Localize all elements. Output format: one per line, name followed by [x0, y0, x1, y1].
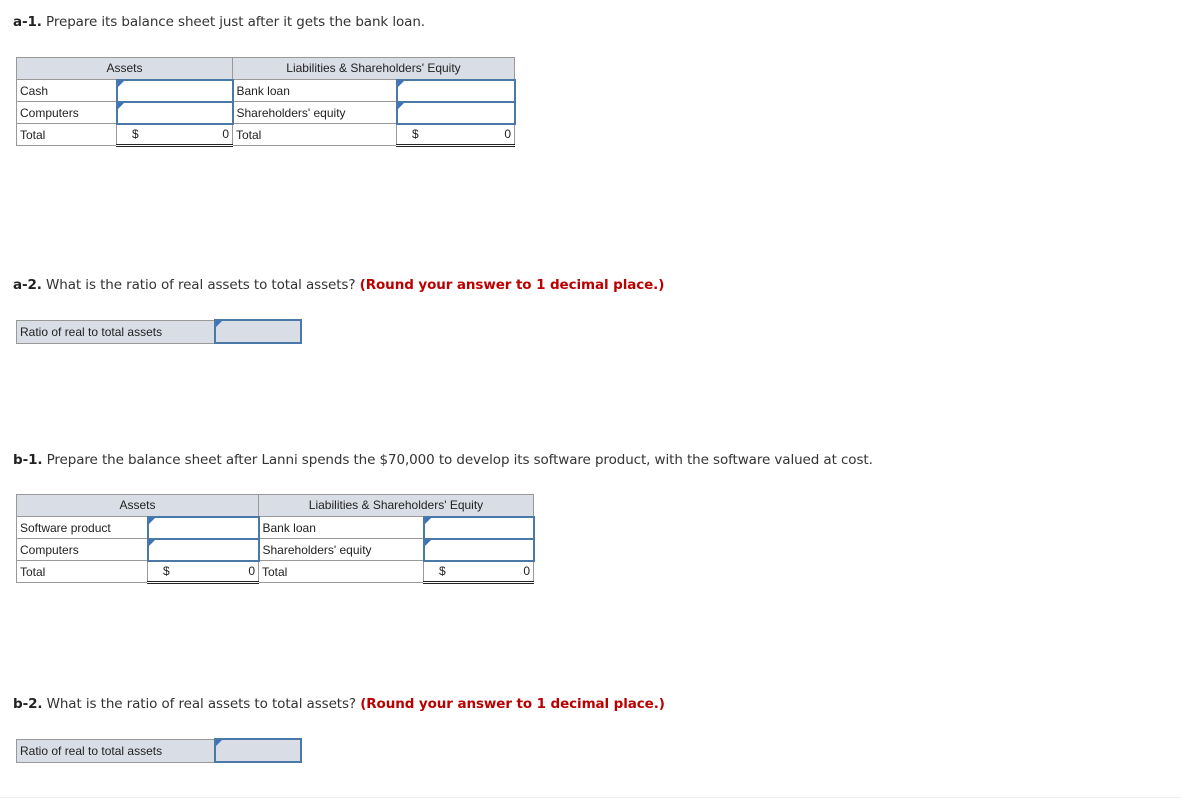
divider [0, 797, 1181, 798]
balance-sheet-a1: Assets Liabilities & Shareholders' Equit… [16, 57, 516, 147]
assets-header: Assets [16, 494, 259, 517]
table-row: Computers Shareholders' equity [16, 537, 535, 562]
computers-input[interactable] [115, 100, 234, 125]
question-b2-text: What is the ratio of real assets to tota… [46, 696, 356, 712]
liability-label: Bank loan [232, 79, 397, 102]
liability-label: Shareholders' equity [258, 538, 424, 561]
question-a1-label: a-1. [13, 14, 42, 30]
computers-input[interactable] [146, 537, 260, 562]
total-row: Total $0 Total $0 [16, 560, 534, 584]
question-a2-text: What is the ratio of real assets to tota… [46, 277, 356, 293]
question-b1-text: Prepare the balance sheet after Lanni sp… [46, 452, 873, 468]
ratio-label: Ratio of real to total assets [16, 319, 215, 344]
liability-label: Bank loan [258, 516, 424, 539]
ratio-table-b2: Ratio of real to total assets [16, 738, 302, 763]
question-a2-label: a-2. [13, 277, 42, 293]
assets-header: Assets [16, 57, 233, 80]
question-a1-text: Prepare its balance sheet just after it … [46, 14, 425, 30]
rounding-hint: (Round your answer to 1 decimal place.) [359, 277, 665, 293]
asset-label: Software product [16, 516, 148, 539]
shareholders-equity-input[interactable] [422, 537, 535, 562]
question-a1: a-1. Prepare its balance sheet just afte… [13, 14, 425, 30]
balance-sheet-b1: Assets Liabilities & Shareholders' Equit… [16, 494, 535, 584]
total-row: Total $0 Total $0 [16, 123, 515, 147]
assets-total: $0 [116, 123, 233, 147]
question-b1-label: b-1. [13, 452, 43, 468]
table-row: Computers Shareholders' equity [16, 100, 516, 125]
asset-label: Computers [16, 101, 117, 124]
bank-loan-input[interactable] [422, 515, 535, 540]
total-label: Total [16, 123, 117, 146]
liability-label: Shareholders' equity [232, 101, 397, 124]
rounding-hint: (Round your answer to 1 decimal place.) [360, 696, 665, 712]
question-b2: b-2. What is the ratio of real assets to… [13, 696, 665, 712]
total-label: Total [232, 123, 397, 146]
assets-total: $0 [147, 560, 259, 584]
asset-label: Cash [16, 79, 117, 102]
cash-input[interactable] [115, 78, 234, 103]
question-b1: b-1. Prepare the balance sheet after Lan… [13, 452, 873, 468]
liabilities-total: $0 [396, 123, 515, 147]
total-label: Total [258, 560, 424, 583]
liabilities-total: $0 [423, 560, 534, 584]
ratio-input[interactable] [213, 738, 302, 763]
ratio-table-a2: Ratio of real to total assets [16, 319, 302, 344]
ratio-label: Ratio of real to total assets [16, 738, 215, 763]
question-b2-label: b-2. [13, 696, 43, 712]
bank-loan-input[interactable] [395, 78, 516, 103]
shareholders-equity-input[interactable] [395, 100, 516, 125]
ratio-input[interactable] [213, 319, 302, 344]
table-row: Cash Bank loan [16, 78, 516, 103]
liabilities-header: Liabilities & Shareholders' Equity [258, 494, 534, 517]
question-a2: a-2. What is the ratio of real assets to… [13, 277, 664, 293]
liabilities-header: Liabilities & Shareholders' Equity [232, 57, 515, 80]
table-row: Software product Bank loan [16, 515, 535, 540]
asset-label: Computers [16, 538, 148, 561]
software-product-input[interactable] [146, 515, 260, 540]
total-label: Total [16, 560, 148, 583]
